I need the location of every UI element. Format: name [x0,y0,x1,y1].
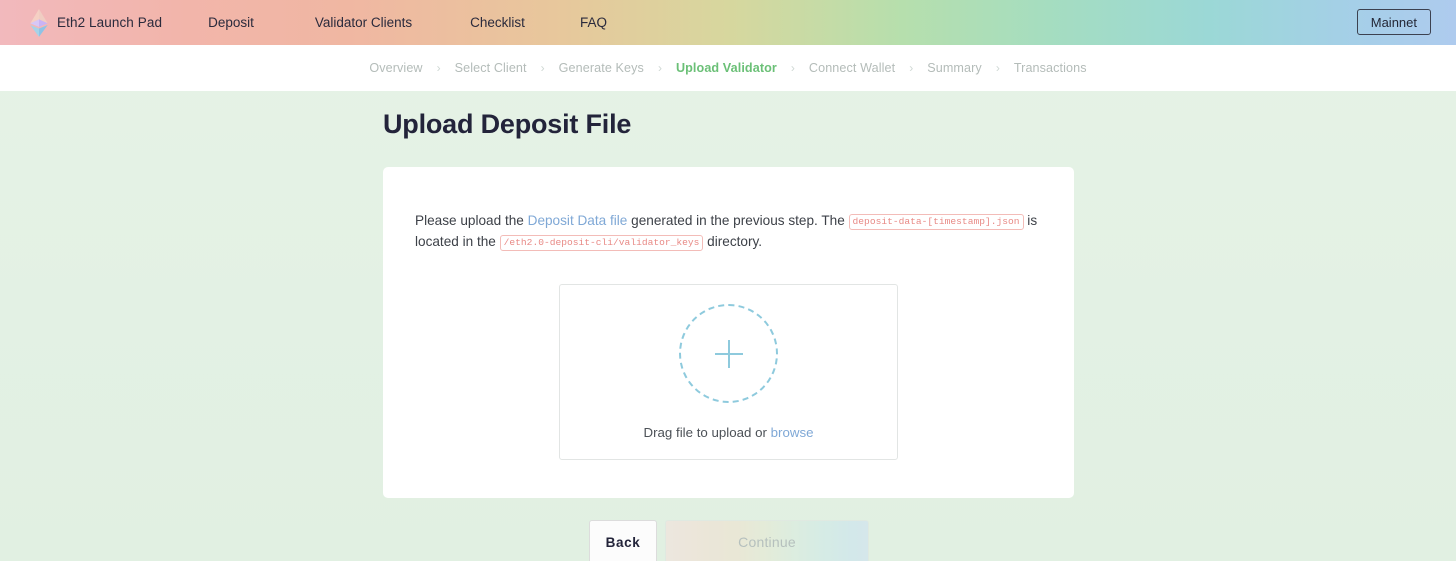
browse-files-link[interactable]: browse [771,425,814,440]
continue-button: Continue [665,520,869,561]
instructions-part-4: directory. [703,234,763,249]
file-dropzone[interactable]: Drag file to upload or browse [559,284,898,460]
plus-icon [715,340,743,368]
breadcrumb-step-overview[interactable]: Overview [369,61,422,75]
back-button[interactable]: Back [589,520,657,561]
breadcrumb-step-select-client[interactable]: Select Client [455,61,527,75]
deposit-data-filename-code: deposit-data-[timestamp].json [848,214,1024,230]
breadcrumb-step-upload-validator[interactable]: Upload Validator [676,61,777,75]
dropzone-label: Drag file to upload or browse [643,425,813,440]
validator-keys-path-code: /eth2.0-deposit-cli/validator_keys [499,235,704,251]
deposit-data-file-link[interactable]: Deposit Data file [528,213,628,228]
nav-item-faq[interactable]: FAQ [580,11,607,34]
breadcrumb: Overview › Select Client › Generate Keys… [369,61,1086,75]
breadcrumb-separator-icon: › [436,61,441,75]
breadcrumb-separator-icon: › [540,61,545,75]
page-title: Upload Deposit File [383,109,632,139]
nav-item-deposit[interactable]: Deposit [208,11,254,34]
main-content: Upload Deposit File Please upload the De… [0,91,1456,561]
nav-item-checklist[interactable]: Checklist [470,11,525,34]
breadcrumb-step-summary[interactable]: Summary [927,61,982,75]
breadcrumb-separator-icon: › [657,61,662,75]
form-actions: Back Continue [383,520,1456,561]
instructions-part-2: generated in the previous step. The [627,213,849,228]
brand-home-link[interactable]: Eth2 Launch Pad [30,8,163,37]
upload-card: Please upload the Deposit Data file gene… [383,167,1074,498]
top-navigation-bar: Eth2 Launch Pad Deposit Validator Client… [0,0,1456,45]
brand-label: Eth2 Launch Pad [57,15,163,30]
ethereum-diamond-icon [30,8,48,37]
nav-item-validator-clients[interactable]: Validator Clients [315,11,412,34]
primary-nav: Deposit Validator Clients Checklist FAQ [208,11,607,34]
breadcrumb-step-transactions[interactable]: Transactions [1014,61,1087,75]
dropzone-circle [679,304,778,403]
instructions-part-1: Please upload the [415,213,528,228]
dropzone-label-text: Drag file to upload or [643,425,771,440]
breadcrumb-bar: Overview › Select Client › Generate Keys… [0,45,1456,91]
breadcrumb-step-generate-keys[interactable]: Generate Keys [559,61,644,75]
page-root: Eth2 Launch Pad Deposit Validator Client… [0,0,1456,561]
breadcrumb-separator-icon: › [790,61,795,75]
instructions-text: Please upload the Deposit Data file gene… [415,211,1042,253]
breadcrumb-separator-icon: › [909,61,914,75]
network-selector-button[interactable]: Mainnet [1356,9,1431,35]
breadcrumb-step-connect-wallet[interactable]: Connect Wallet [809,61,895,75]
breadcrumb-separator-icon: › [995,61,1000,75]
